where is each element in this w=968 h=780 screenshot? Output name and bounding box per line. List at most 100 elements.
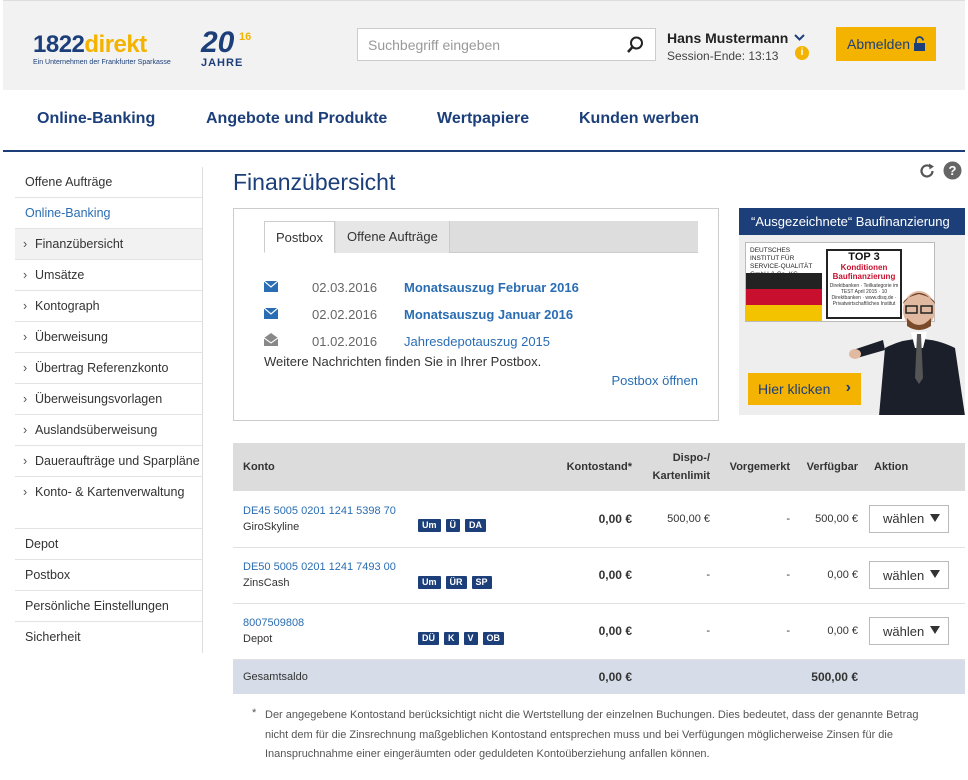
message-title[interactable]: Monatsauszug Februar 2016	[404, 280, 579, 295]
postbox-more-text: Weitere Nachrichten finden Sie in Ihrer …	[264, 354, 542, 369]
badge-uer[interactable]: ÜR	[445, 575, 467, 589]
tab-postbox[interactable]: Postbox	[264, 221, 335, 253]
nav-wertpapiere[interactable]: Wertpapiere	[437, 110, 529, 128]
badge-da[interactable]: DA	[465, 519, 487, 533]
message-title[interactable]: Monatsauszug Januar 2016	[404, 307, 573, 322]
ad-click-button[interactable]: Hier klicken ›	[748, 373, 861, 405]
ad-button-label: Hier klicken	[758, 381, 831, 397]
caret-down-icon	[930, 626, 940, 634]
logout-label: Abmelden	[847, 36, 911, 52]
col-aktion: Aktion	[864, 443, 965, 491]
caret-down-icon	[930, 570, 940, 578]
account-iban[interactable]: DE50 5005 0201 1241 7493 00	[243, 561, 418, 573]
caret-down-icon	[930, 513, 940, 522]
total-verfuegbar: 500,00 €	[794, 659, 864, 694]
header: 1822direkt Ein Unternehmen der Frankfurt…	[3, 0, 965, 90]
postbox-open-link[interactable]: Postbox öffnen	[612, 373, 699, 388]
cell-kontostand: 0,00 €	[558, 491, 636, 548]
refresh-icon[interactable]	[918, 162, 936, 180]
action-select[interactable]: wählen	[869, 561, 949, 589]
table-header-row: Konto Kontostand* Dispo-/ Kartenlimit Vor…	[233, 443, 965, 491]
search-input[interactable]	[368, 37, 618, 53]
logo-subtitle: Ein Unternehmen der Frankfurter Sparkass…	[33, 59, 171, 66]
nav-online-banking[interactable]: Online-Banking	[37, 110, 155, 128]
sidebar-item-dauerauftraege[interactable]: Daueraufträge und Sparpläne	[15, 446, 202, 477]
ad-title: “Ausgezeichnete“ Baufinanzierung	[739, 208, 965, 235]
sidebar-item-ueberweisungsvorlagen[interactable]: Überweisungsvorlagen	[15, 384, 202, 415]
sidebar-item-postbox[interactable]: Postbox	[15, 560, 202, 591]
flag-stripes	[746, 273, 822, 321]
message-title[interactable]: Jahresdepotauszug 2015	[404, 334, 550, 349]
col-vorgemerkt: Vorgemerkt	[714, 443, 794, 491]
seal-category: Konditionen Baufinanzierung	[832, 263, 896, 281]
info-icon[interactable]: i	[795, 46, 809, 60]
account-name: Depot	[243, 633, 273, 645]
cell-vorgemerkt: -	[714, 603, 794, 660]
envelope-icon	[264, 281, 278, 292]
badge-um[interactable]: Um	[418, 575, 441, 589]
sidebar-item-kontograph[interactable]: Kontograph	[15, 291, 202, 322]
ad-banner[interactable]: “Ausgezeichnete“ Baufinanzierung DEUTSCH…	[739, 208, 965, 415]
tab-offene-auftraege[interactable]: Offene Aufträge	[336, 221, 450, 253]
cell-vorgemerkt: -	[714, 491, 794, 548]
cell-verfuegbar: 0,00 €	[794, 603, 864, 660]
page-title: Finanzübersicht	[233, 169, 396, 195]
badge-due[interactable]: DÜ	[418, 631, 439, 645]
user-name: Hans Mustermann	[667, 30, 789, 46]
sidebar-item-kontoverwaltung[interactable]: Konto- & Kartenverwaltung	[15, 477, 202, 529]
account-iban[interactable]: DE45 5005 0201 1241 5398 70	[243, 505, 418, 517]
badge-v[interactable]: V	[463, 631, 478, 645]
table-row: 8007509808 Depot DÜ K V OB 0,00 € - - 0,00 €…	[233, 603, 965, 660]
message-date: 02.03.2016	[312, 280, 378, 295]
col-dispo-line1: Dispo-/	[672, 452, 710, 464]
action-select-label: wählen	[883, 623, 925, 639]
sidebar-item-online-banking[interactable]: Online-Banking	[15, 198, 202, 229]
badge-um[interactable]: Um	[418, 519, 441, 533]
table-row: DE50 5005 0201 1241 7493 00 ZinsCash Um ÜR…	[233, 547, 965, 604]
cell-vorgemerkt: -	[714, 547, 794, 604]
logo[interactable]: 1822direkt Ein Unternehmen der Frankfurt…	[33, 31, 171, 67]
account-iban[interactable]: 8007509808	[243, 617, 418, 629]
badge-k[interactable]: K	[444, 631, 459, 645]
action-select[interactable]: wählen	[869, 617, 949, 645]
sidebar-item-auslandsueberweisung[interactable]: Auslandsüberweisung	[15, 415, 202, 446]
footnote-text: Der angegebene Kontostand berücksichtigt…	[265, 709, 919, 760]
svg-text:?: ?	[949, 163, 957, 178]
account-name: GiroSkyline	[243, 520, 300, 533]
logo-number: 1822	[33, 31, 85, 58]
cell-kontostand: 0,00 €	[558, 547, 636, 604]
jubilee-number: 20	[201, 26, 235, 59]
nav-kunden-werben[interactable]: Kunden werben	[579, 110, 699, 128]
sidebar-item-ueberweisung[interactable]: Überweisung	[15, 322, 202, 353]
help-icon[interactable]: ?	[943, 161, 962, 180]
nav-angebote-produkte[interactable]: Angebote und Produkte	[206, 110, 387, 128]
action-select-label: wählen	[883, 567, 925, 583]
logout-button[interactable]: Abmelden	[836, 27, 936, 61]
cell-dispo: -	[636, 547, 714, 604]
sidebar-item-sicherheit[interactable]: Sicherheit	[15, 622, 202, 653]
total-label: Gesamtsaldo	[233, 659, 418, 694]
sidebar-item-umsaetze[interactable]: Umsätze	[15, 260, 202, 291]
chevron-down-icon[interactable]	[794, 34, 806, 41]
badge-sp[interactable]: SP	[471, 575, 492, 589]
search-box	[357, 28, 656, 61]
col-kontostand: Kontostand*	[558, 443, 636, 491]
sidebar-item-uebertrag-referenzkonto[interactable]: Übertrag Referenzkonto	[15, 353, 202, 384]
sidebar-item-depot[interactable]: Depot	[15, 529, 202, 560]
search-icon[interactable]	[625, 35, 645, 55]
user-info[interactable]: Hans Mustermann Session-Ende: 13:13 i	[667, 30, 809, 63]
action-select[interactable]: wählen	[869, 504, 949, 533]
sidebar-item-finanzuebersicht[interactable]: Finanzübersicht	[15, 229, 202, 260]
badge-ob[interactable]: OB	[482, 631, 505, 645]
sidebar-item-offene-auftraege[interactable]: Offene Aufträge	[15, 167, 202, 198]
badge-ue[interactable]: Ü	[445, 519, 461, 533]
envelope-icon	[264, 308, 278, 319]
envelope-open-icon	[264, 333, 278, 346]
businessman-image	[849, 291, 965, 415]
total-kontostand: 0,00 €	[558, 659, 636, 694]
session-end: Session-Ende: 13:13	[667, 49, 779, 63]
sidebar-item-persoenliche-einstellungen[interactable]: Persönliche Einstellungen	[15, 591, 202, 622]
seal-rank: TOP 3	[848, 251, 880, 263]
table-row: DE45 5005 0201 1241 5398 70 GiroSkyline U…	[233, 491, 965, 548]
total-row: Gesamtsaldo 0,00 € 500,00 €	[233, 659, 965, 694]
